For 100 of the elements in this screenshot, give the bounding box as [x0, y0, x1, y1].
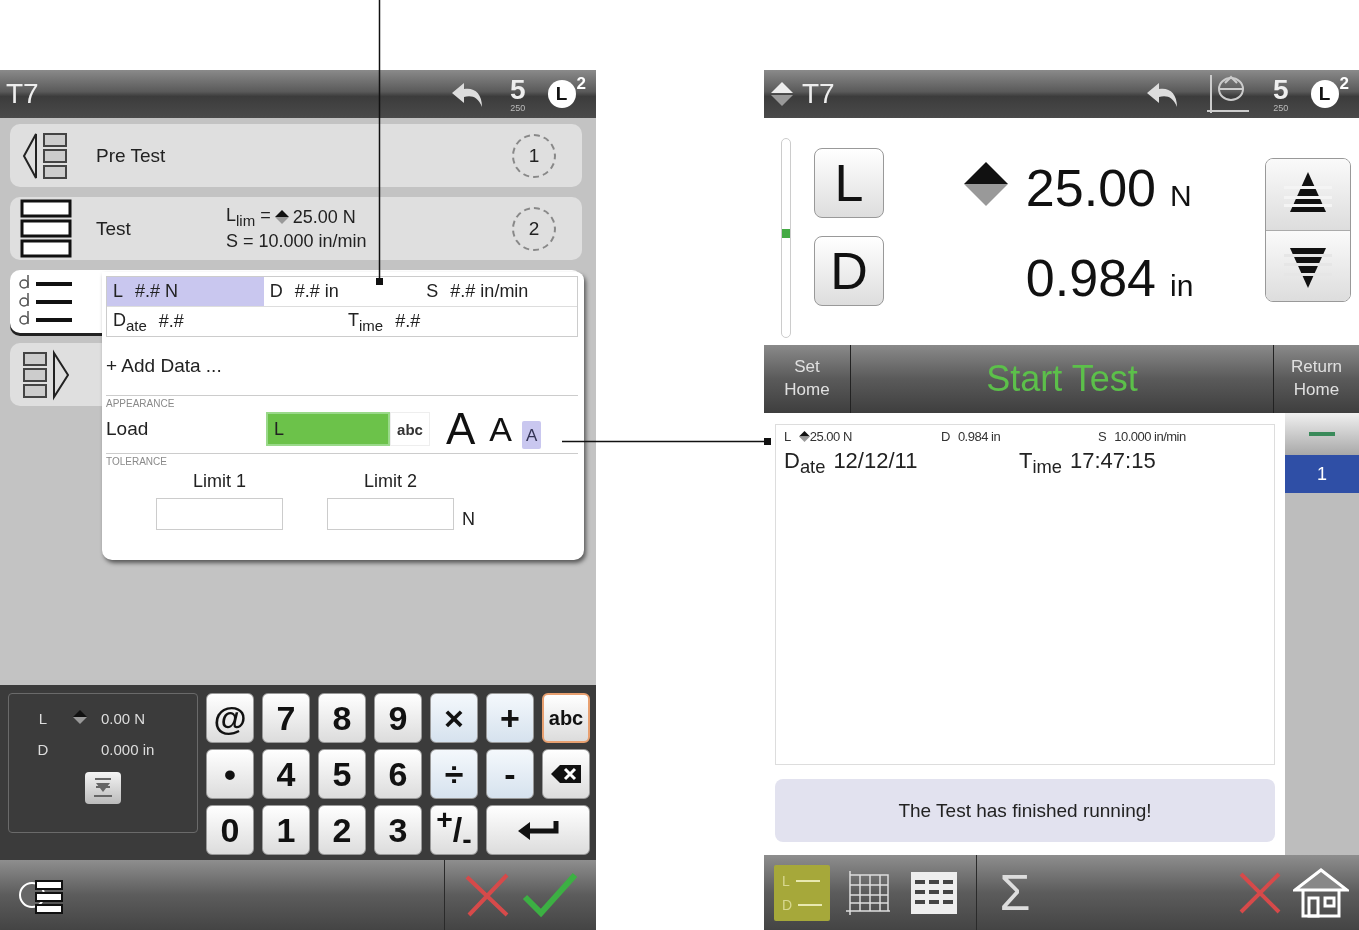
direction-icon — [73, 710, 87, 724]
direction-icon[interactable] — [770, 81, 794, 107]
time-value: 17:47:15 — [1070, 448, 1156, 475]
section-heading: TOLERANCE — [106, 456, 168, 467]
step-label: Test — [96, 217, 132, 240]
collapse-button[interactable] — [85, 772, 121, 804]
direction-icon — [274, 210, 289, 224]
limit-label: Limit 1 — [192, 471, 247, 492]
enter-key[interactable] — [486, 805, 590, 855]
test-title: T7 — [802, 78, 835, 110]
key[interactable]: 4 — [262, 749, 310, 799]
graph-icon — [844, 868, 892, 917]
data-field[interactable]: T$_{ime}$ #.# — [342, 307, 577, 336]
step-number: 1 — [512, 133, 556, 178]
field-label: Load — [106, 418, 150, 440]
operator-key[interactable]: + — [486, 693, 534, 743]
method-step[interactable]: Pre Test 1 — [10, 124, 582, 187]
all-tests-item[interactable] — [1285, 413, 1359, 455]
key[interactable]: 5 — [318, 749, 366, 799]
home-icon[interactable] — [1293, 867, 1349, 918]
key[interactable]: 9 — [374, 693, 422, 743]
step-label: Pre Test — [96, 144, 167, 167]
speed-indicator[interactable]: 5 250 — [509, 75, 526, 113]
channel-value: 0.00 N — [101, 710, 147, 727]
key[interactable]: 1 — [262, 805, 310, 855]
field-label: D — [941, 429, 950, 444]
test-title: T7 — [6, 78, 39, 110]
step-forward-icon — [20, 348, 72, 401]
field-value: 10.000 in/min — [1114, 429, 1186, 444]
test-item[interactable]: 1 — [1285, 455, 1359, 493]
field-label: D$_{ate}$ — [784, 448, 826, 479]
data-field[interactable]: D$_{ate}$ #.# — [107, 307, 342, 336]
channel-label: L — [37, 710, 49, 727]
backspace-key[interactable] — [542, 749, 590, 799]
home-button[interactable]: Set Home — [764, 345, 850, 413]
key[interactable]: $^{+}$/$_{-}$ — [430, 805, 478, 855]
jog-down-button[interactable] — [1266, 229, 1350, 301]
key[interactable]: 8 — [318, 693, 366, 743]
statistics-tab[interactable]: Σ — [987, 864, 1043, 921]
data-field[interactable]: D #.# in — [263, 277, 421, 306]
status-message: The Test has finished running! — [775, 779, 1275, 842]
speed-indicator[interactable]: 5 250 — [1272, 75, 1289, 113]
section-heading: APPEARANCE — [106, 398, 176, 409]
key[interactable]: 3 — [374, 805, 422, 855]
confirm-icon[interactable] — [521, 871, 577, 919]
reading-unit: in — [1169, 269, 1195, 303]
font-size-option[interactable]: A — [442, 407, 480, 451]
key[interactable]: 2 — [318, 805, 366, 855]
key[interactable]: 7 — [262, 693, 310, 743]
stack-icon — [20, 198, 72, 259]
chart-axes-icon[interactable] — [1204, 73, 1251, 115]
field-value: 0.984 in — [957, 429, 1001, 444]
channel-label: D — [36, 741, 50, 758]
direction-icon — [964, 162, 1008, 206]
load-cell-count: 2 — [1339, 74, 1349, 94]
load-cell-count: 2 — [576, 74, 586, 94]
key[interactable]: 6 — [374, 749, 422, 799]
data-field[interactable]: S #.# in/min — [420, 277, 577, 306]
channel-button[interactable]: D — [814, 236, 884, 306]
load-cell-badge[interactable]: L — [547, 80, 576, 108]
collapse-icon — [92, 777, 114, 799]
step-number: 2 — [512, 206, 556, 251]
speed-setting: S = 10.000 in/min — [226, 230, 367, 252]
key[interactable]: • — [206, 749, 254, 799]
channel-value: 0.000 in — [101, 741, 156, 758]
keyboard-button[interactable]: abc — [390, 412, 430, 446]
add-data-link[interactable]: + Add Data ... — [106, 355, 222, 377]
field-label: S — [1098, 429, 1107, 444]
operator-key[interactable]: × — [430, 693, 478, 743]
reading-unit: N — [1169, 179, 1193, 213]
dash-icon — [1309, 432, 1335, 436]
key[interactable]: 0 — [206, 805, 254, 855]
field-label: T$_{ime}$ — [1019, 448, 1062, 479]
date-value: 12/12/11 — [833, 448, 918, 475]
label-input[interactable]: L — [266, 412, 390, 446]
field-label: L — [784, 429, 791, 444]
unit-label: N — [461, 509, 476, 530]
method-step[interactable]: Test L$_{lim}$ = 25.00 N S = 10.000 in/min 2 — [10, 197, 582, 260]
direction-icon — [798, 431, 810, 442]
limit-value: 25.00 N — [292, 206, 356, 228]
limit-input[interactable] — [327, 498, 454, 530]
position-marker[interactable] — [782, 229, 790, 239]
table-icon — [911, 871, 957, 914]
operator-key[interactable]: ÷ — [430, 749, 478, 799]
font-size-option[interactable]: A — [485, 407, 517, 451]
channel-button[interactable]: L — [814, 148, 884, 218]
limit-label: Limit 2 — [363, 471, 418, 492]
field-value: 25.00 N — [809, 429, 852, 444]
reading-value: 0.984 — [1024, 248, 1156, 308]
key[interactable]: @ — [206, 693, 254, 743]
font-size-option[interactable]: A — [522, 421, 542, 449]
jog-up-button[interactable] — [1266, 159, 1350, 230]
data-field[interactable]: L #.# N — [107, 277, 264, 306]
reading-value: 25.00 — [1024, 158, 1156, 218]
backspace-icon — [550, 764, 582, 784]
operator-key[interactable]: - — [486, 749, 534, 799]
limit-input[interactable] — [156, 498, 283, 530]
limit-label: L$_{lim}$ = — [226, 205, 271, 229]
keyboard-mode-key[interactable]: abc — [542, 693, 590, 743]
load-cell-badge[interactable]: L — [1310, 80, 1339, 108]
